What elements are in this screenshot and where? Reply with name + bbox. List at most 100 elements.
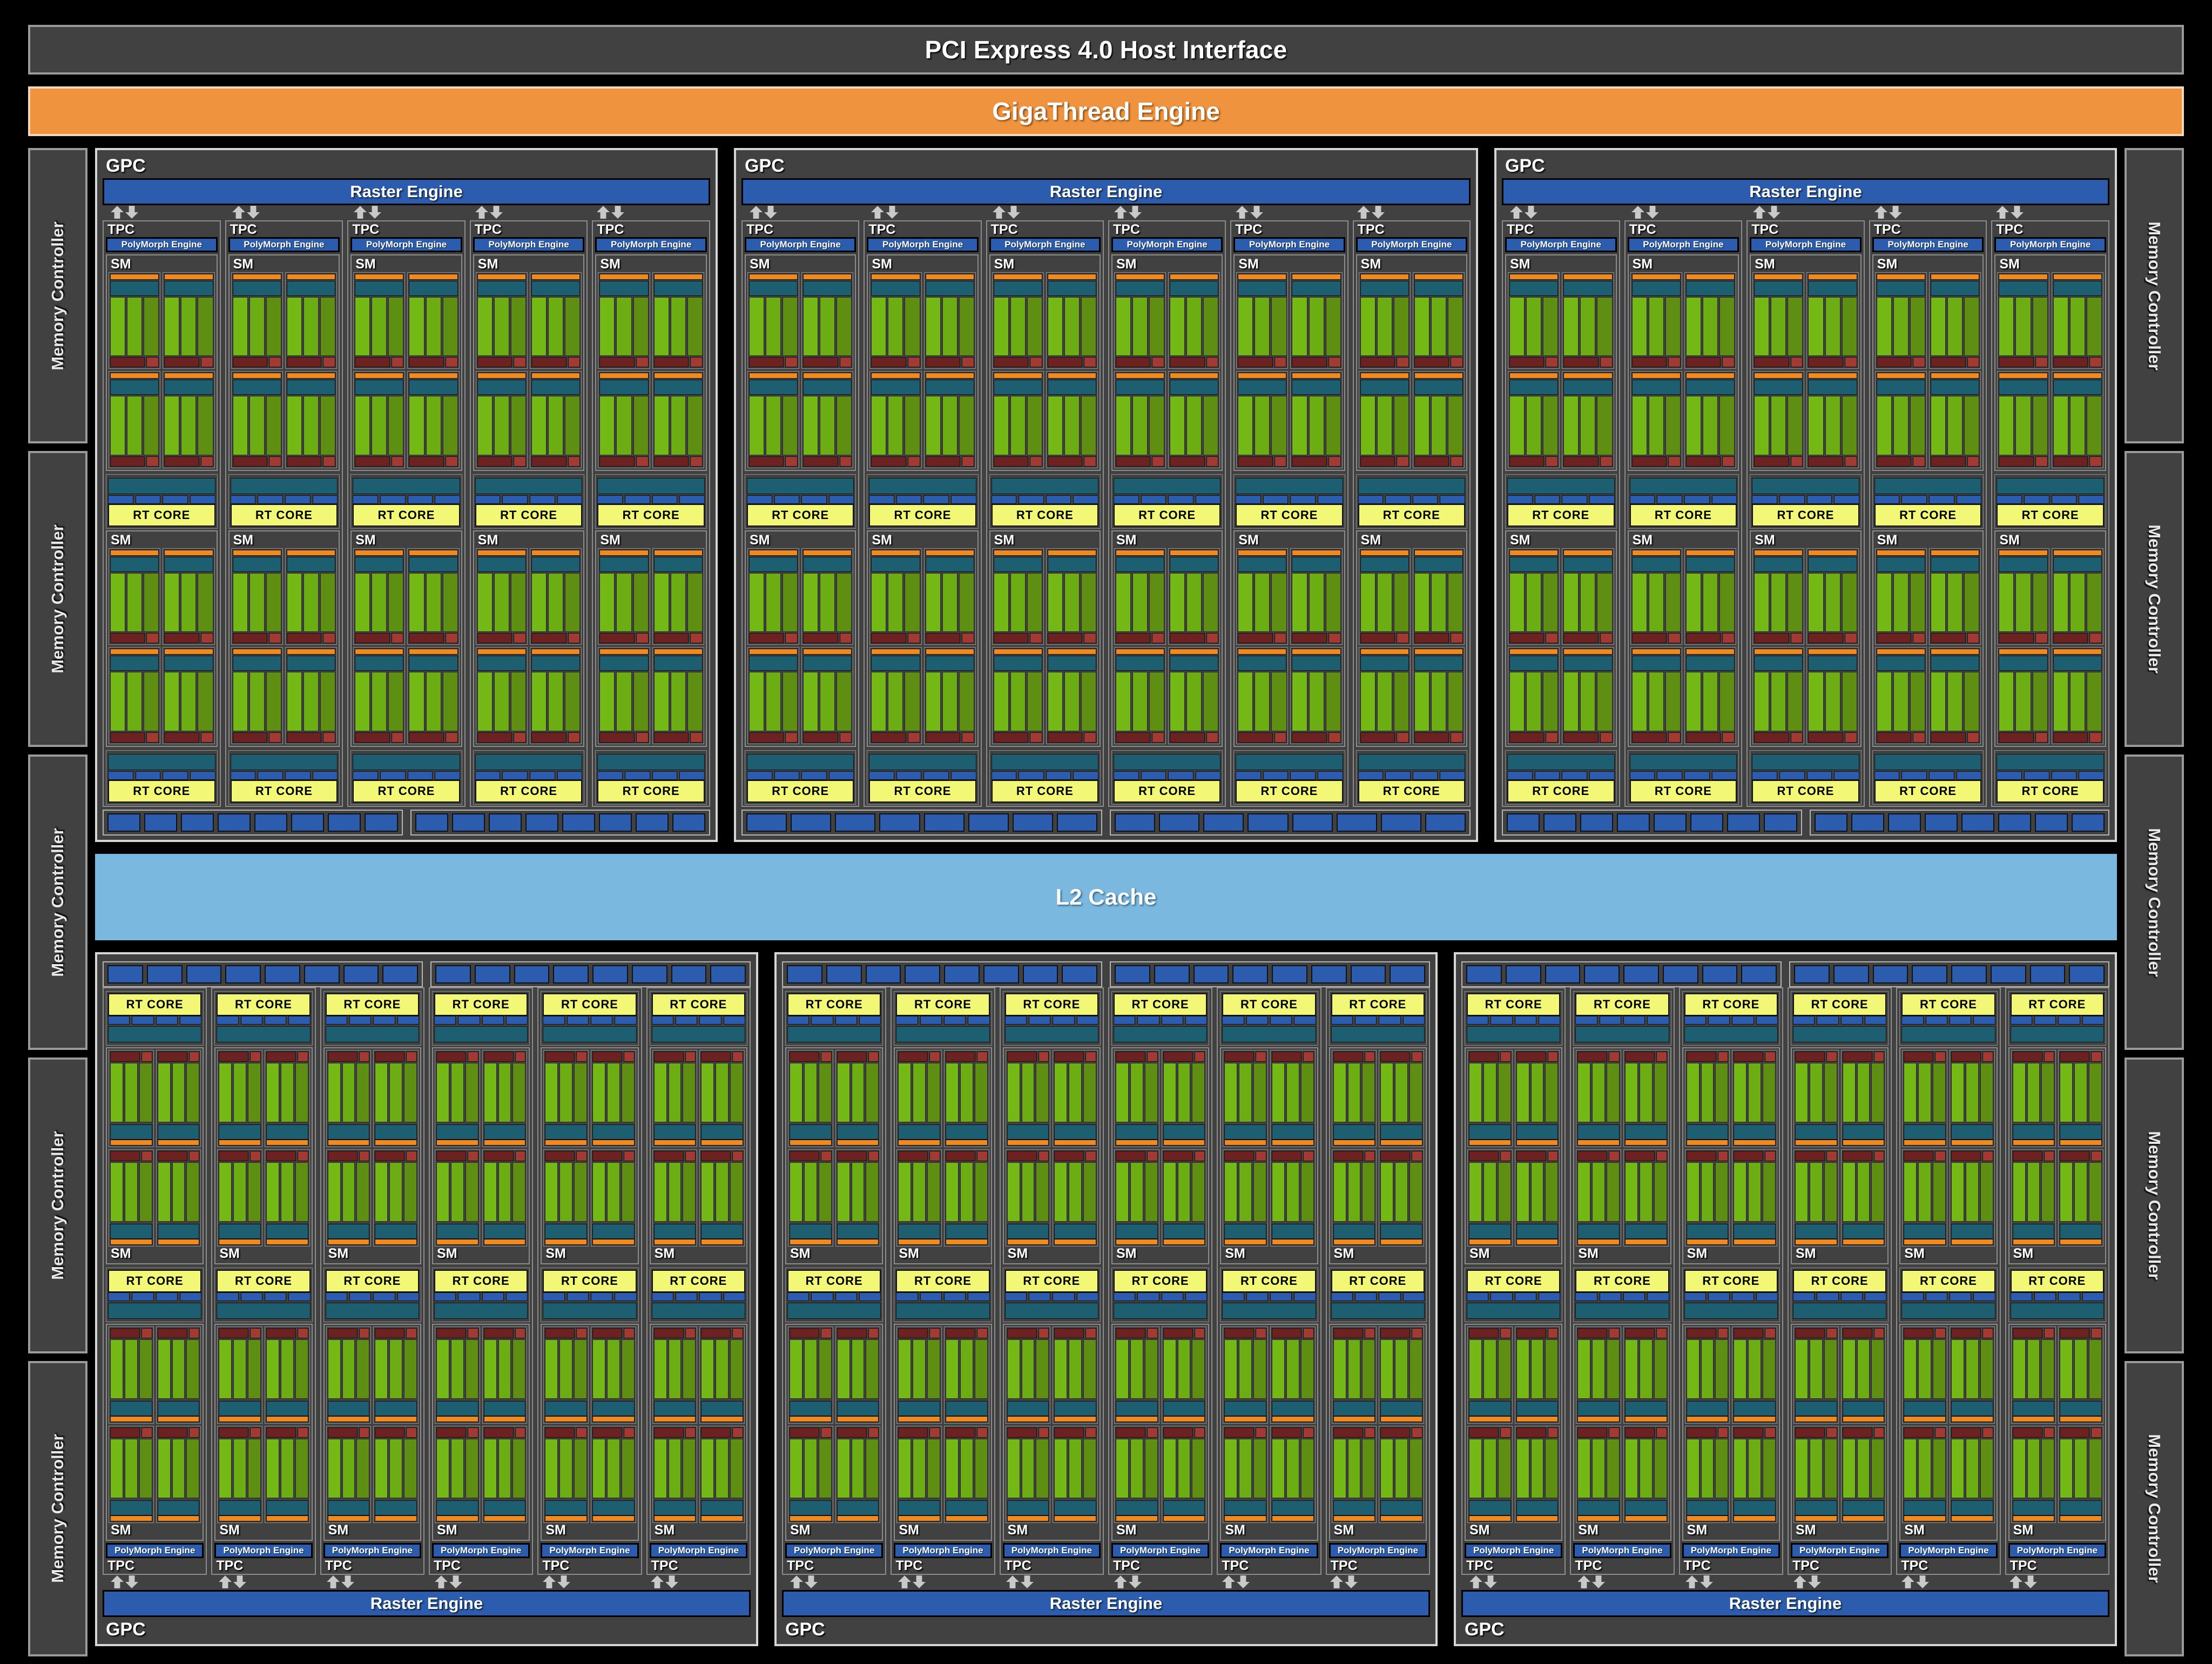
sm-tensor-core: [1951, 1427, 1981, 1438]
sm-tensor-core: [1951, 1328, 1981, 1338]
sm-label: SM: [545, 1246, 566, 1262]
sm-core-columns: [157, 1063, 200, 1123]
sm-partition-row: [1223, 1426, 1316, 1524]
texture-unit: [1385, 495, 1411, 504]
rop-row: [1461, 961, 2109, 987]
gpu-die-diagram: PCI Express 4.0 Host Interface GigaThrea…: [0, 0, 2212, 1664]
texture-unit: [108, 1292, 130, 1301]
sm-register-file: [925, 556, 974, 572]
sm-lsu-block: [298, 1052, 308, 1062]
sm-tensor-core: [1931, 732, 1966, 743]
l1-cache-bar: [434, 1302, 528, 1319]
sm-int32-column: [1036, 1162, 1049, 1222]
sm-core-columns: [1563, 572, 1613, 632]
sm-tensor-core-row: [266, 1427, 308, 1438]
sm-partition: [2051, 647, 2103, 744]
sm-partition: [326, 1326, 372, 1424]
sm-partition-row: [109, 371, 215, 469]
rt-core: RT CORE: [1236, 504, 1343, 527]
sm-partition-row: [1358, 647, 1465, 744]
sm-int32-column: [1271, 396, 1287, 456]
texture-unit: [828, 495, 854, 504]
sm-partition: [1684, 1149, 1730, 1247]
arrow-up-icon: [1469, 1575, 1482, 1588]
texture-unit: [557, 495, 583, 504]
texture-unit: [1318, 771, 1343, 780]
sm-tensor-core: [531, 633, 567, 644]
texture-unit: [1222, 1292, 1244, 1301]
sm-dispatch-bar: [1163, 1416, 1205, 1423]
sm-dispatch-bar: [1292, 649, 1341, 655]
memory-controller-label: Memory Controller: [48, 221, 68, 370]
sm-fp32-column: [837, 1439, 850, 1499]
sm-tensor-core: [164, 357, 199, 368]
sm-core-columns: [1170, 396, 1219, 456]
sm-register-file: [871, 380, 920, 395]
sm-lsu-block: [1656, 1328, 1667, 1338]
rt-core-group: RT CORE: [785, 1267, 884, 1322]
tpc-label: TPC: [2009, 1558, 2037, 1573]
sm-tensor-core: [1563, 456, 1599, 467]
sm-partition: [1379, 1426, 1424, 1524]
sm-partition: [1623, 1149, 1669, 1247]
sm-lsu-block: [2035, 732, 2048, 743]
texture-unit: [1195, 495, 1221, 504]
sm-register-file: [110, 1401, 152, 1417]
sm-register-file: [1795, 1401, 1837, 1417]
sm-int32-column: [295, 1162, 308, 1222]
sm-fp32-column: [804, 1063, 817, 1123]
sm-tensor-core: [1271, 1052, 1301, 1062]
sm-fp32-column: [1224, 1439, 1238, 1499]
sm-partition-row: [1508, 548, 1614, 645]
sm-dispatch-bar: [1563, 273, 1613, 280]
sm-core-columns: [219, 1063, 261, 1123]
sm-fp32-column: [1021, 1162, 1035, 1222]
rop-unit: [1623, 965, 1659, 983]
texture-unit: [543, 1292, 565, 1301]
sm-tensor-core-row: [110, 1151, 152, 1162]
sm-core-columns: [749, 572, 798, 632]
sm-partition: [1576, 1149, 1621, 1247]
sm-tensor-core-row: [1808, 633, 1857, 644]
texture-unit: [1779, 495, 1805, 504]
sm-tensor-core: [1625, 1052, 1655, 1062]
sm-dispatch-bar: [1842, 1515, 1885, 1522]
tpc-block: TPC PolyMorph Engine SM RT CORE SM RT CORE: [741, 220, 860, 807]
sm-partition: [1874, 548, 1927, 645]
sm-dispatch-bar: [1380, 1140, 1422, 1146]
texture-unit: [1647, 1016, 1669, 1025]
sm-int32-column: [574, 1063, 587, 1123]
sm-int32-column: [1325, 297, 1341, 356]
sm-core-columns: [1625, 1162, 1667, 1222]
sm-fp32-column: [477, 297, 493, 356]
sm-register-file: [1292, 556, 1341, 572]
sm-core-columns: [1842, 1439, 1885, 1499]
sm-core-columns: [1577, 1063, 1620, 1123]
sm-register-file: [1238, 556, 1287, 572]
sm-tensor-core: [1115, 1427, 1145, 1438]
sm-register-file: [1625, 1124, 1667, 1140]
sm-tensor-core-row: [803, 456, 852, 467]
sm-fp32-column: [548, 396, 564, 456]
rop-unit: [1380, 813, 1421, 832]
sm-tensor-core-row: [1808, 732, 1857, 743]
sm-dispatch-bar: [1360, 549, 1409, 556]
sm-register-file: [1360, 280, 1409, 296]
sm-tensor-core-row: [327, 1328, 370, 1338]
l1-cache-bar: [787, 1302, 881, 1319]
sm-int32-column: [633, 672, 649, 731]
tpc-label: TPC: [216, 1558, 244, 1573]
sm-int32-column: [1300, 1339, 1314, 1399]
texture-unit: [2034, 1016, 2056, 1025]
sm-partition-row: [1793, 1326, 1886, 1424]
sm-tensor-core-row: [1115, 732, 1165, 743]
sm-fp32-column: [2060, 1339, 2073, 1399]
sm-int32-column: [927, 1339, 940, 1399]
sm-tensor-core-row: [803, 357, 852, 368]
sm-core-columns: [1047, 396, 1097, 456]
rt-core-group: RT CORE: [989, 750, 1101, 805]
sm-int32-column: [1665, 672, 1681, 731]
sm-fp32-column: [164, 672, 180, 731]
sm-partition: [1684, 1426, 1730, 1524]
rt-core: RT CORE: [1629, 504, 1737, 527]
